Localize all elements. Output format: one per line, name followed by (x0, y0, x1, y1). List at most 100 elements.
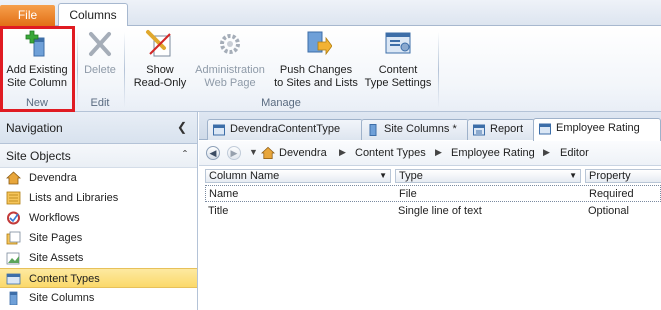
nav-item-label: Lists and Libraries (29, 192, 119, 204)
cell-type: Single line of text (398, 205, 482, 217)
nav-item-label: Content Types (29, 273, 100, 285)
content-type-icon (6, 273, 21, 285)
group-divider (438, 32, 439, 108)
delete-button[interactable]: Delete (80, 28, 120, 77)
workflow-icon (7, 211, 20, 225)
chevron-left-icon[interactable]: ❮ (177, 120, 187, 134)
dropdown-arrow-icon[interactable]: ▼ (569, 170, 577, 182)
nav-item-label: Site Pages (29, 232, 83, 244)
navigation-header: Navigation ❮ (0, 112, 197, 144)
cell-column-name: Name (209, 188, 239, 200)
chevron-down-icon[interactable]: ▼ (249, 147, 258, 157)
doc-tab-devendracontenttype[interactable]: DevendraContentType (207, 119, 363, 140)
ribbon: Add Existing Site Column Delete Show Rea… (0, 26, 661, 112)
breadcrumb-devendra[interactable]: Devendra (279, 147, 327, 159)
doc-tab-label: Employee Rating (556, 122, 640, 134)
chevron-right-icon[interactable]: ▶ (435, 147, 442, 158)
nav-item-content-types[interactable]: Content Types (0, 268, 197, 288)
delete-icon (89, 32, 111, 56)
site-objects-title: Site Objects (6, 149, 71, 163)
tab-columns[interactable]: Columns (58, 3, 128, 27)
editor-area: DevendraContentType Site Columns * Repor… (199, 112, 661, 310)
nav-item-site-assets[interactable]: Site Assets (0, 248, 197, 268)
chevron-right-icon[interactable]: ▶ (339, 147, 346, 158)
column-header-name[interactable]: Column Name ▼ (205, 169, 391, 183)
pages-icon (6, 231, 21, 245)
dropdown-arrow-icon[interactable]: ▼ (379, 170, 387, 182)
show-label-2: Read-Only (133, 77, 187, 89)
gear-icon (220, 34, 240, 54)
document-tab-bar: DevendraContentType Site Columns * Repor… (199, 112, 661, 141)
column-header-label: Type (399, 170, 423, 182)
group-label-manage: Manage (261, 97, 301, 109)
breadcrumb-employee-rating[interactable]: Employee Rating (451, 147, 535, 159)
column-header-type[interactable]: Type ▼ (395, 169, 581, 183)
nav-item-lists-and-libraries[interactable]: Lists and Libraries (0, 188, 197, 208)
push-label-2: to Sites and Lists (274, 77, 358, 89)
table-row[interactable]: Name File Required (205, 185, 661, 202)
report-icon (473, 124, 485, 136)
content-type-label-1: Content (378, 64, 418, 76)
push-changes-button[interactable]: Push Changes to Sites and Lists (272, 28, 360, 90)
push-label-1: Push Changes (279, 64, 353, 76)
group-divider (124, 32, 125, 108)
admin-label-1: Administration (195, 64, 265, 76)
column-icon (9, 291, 18, 305)
column-header-label: Property (589, 170, 631, 182)
list-icon (6, 191, 21, 205)
table-row[interactable]: Title Single line of text Optional (205, 203, 661, 220)
show-label-1: Show (146, 64, 174, 76)
chevron-up-icon[interactable]: ˆ (183, 148, 187, 162)
doc-tab-label: DevendraContentType (230, 123, 341, 135)
doc-tab-label: Site Columns * (384, 123, 457, 135)
tab-file[interactable]: File (0, 5, 55, 26)
doc-tab-report[interactable]: Report (467, 119, 535, 140)
nav-item-workflows[interactable]: Workflows (0, 208, 197, 228)
site-objects-header[interactable]: Site Objects ˆ (0, 144, 197, 168)
show-read-only-icon (146, 30, 171, 57)
home-icon (6, 171, 21, 185)
assets-icon (6, 252, 20, 265)
breadcrumb-content-types[interactable]: Content Types (355, 147, 426, 159)
nav-item-label: Workflows (29, 212, 80, 224)
push-changes-icon (307, 31, 332, 56)
content-type-icon (213, 124, 225, 136)
group-label-edit: Edit (90, 97, 110, 109)
group-divider (77, 32, 78, 108)
admin-label-2: Web Page (204, 77, 256, 89)
chevron-right-icon[interactable]: ▶ (543, 147, 550, 158)
navigation-pane: Navigation ❮ Site Objects ˆ Devendra Lis… (0, 112, 198, 310)
nav-item-devendra[interactable]: Devendra (0, 168, 197, 188)
doc-tab-site-columns[interactable]: Site Columns * (361, 119, 469, 140)
doc-tab-employee-rating[interactable]: Employee Rating (533, 118, 661, 141)
navigation-title: Navigation (6, 121, 63, 135)
cell-property: Required (589, 188, 634, 200)
content-type-settings-button[interactable]: Content Type Settings (362, 28, 434, 90)
column-header-property[interactable]: Property (585, 169, 661, 183)
nav-item-label: Site Columns (29, 292, 95, 304)
nav-item-site-columns[interactable]: Site Columns (0, 288, 197, 308)
administration-web-page-button[interactable]: Administration Web Page (190, 28, 270, 90)
column-header-label: Column Name (209, 170, 280, 182)
content-type-icon (539, 123, 551, 135)
content-type-label-2: Type Settings (364, 77, 432, 89)
cell-type: File (399, 188, 417, 200)
ribbon-tab-bar: File Columns (0, 0, 661, 27)
breadcrumb: ◀ ▶ ▼ Devendra ▶ Content Types ▶ Employe… (199, 141, 661, 166)
highlight-box (0, 26, 75, 112)
show-read-only-button[interactable]: Show Read-Only (128, 28, 192, 90)
nav-item-label: Site Assets (29, 252, 84, 264)
home-icon (261, 146, 275, 159)
delete-label: Delete (84, 64, 116, 76)
settings-window-icon (385, 32, 411, 54)
column-icon (369, 124, 377, 136)
nav-item-label: Devendra (29, 172, 77, 184)
grid-header: Column Name ▼ Type ▼ Property (205, 169, 661, 183)
doc-tab-label: Report (490, 123, 524, 135)
nav-item-site-pages[interactable]: Site Pages (0, 228, 197, 248)
cell-column-name: Title (208, 205, 229, 217)
back-icon[interactable]: ◀ (206, 146, 220, 160)
forward-icon[interactable]: ▶ (227, 146, 241, 160)
breadcrumb-editor[interactable]: Editor (560, 147, 589, 159)
cell-property: Optional (588, 205, 629, 217)
